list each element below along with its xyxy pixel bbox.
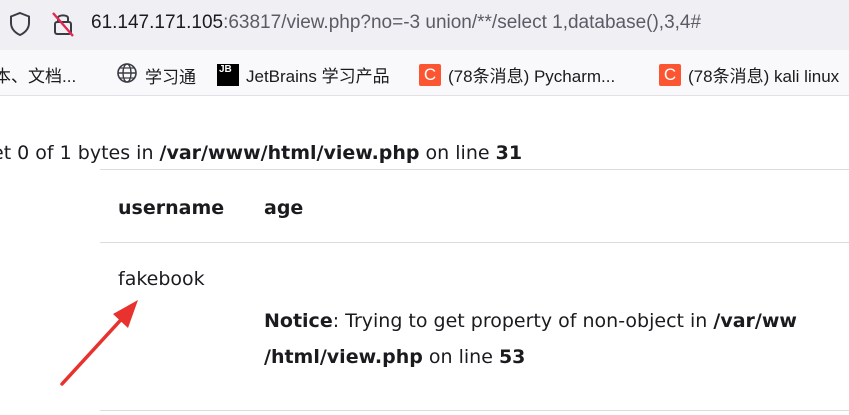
notice-label: Notice [264,310,333,332]
csdn-icon: C [659,63,681,86]
table-header-username: username [118,197,225,219]
table-bottom-border [100,410,849,411]
bookmark-item-jetbrains[interactable]: JB JetBrains 学习产品 [217,62,390,87]
bookmark-label: (78条消息) kali linux [688,67,840,86]
bookmarks-toolbar: 本、文档... 学习通 JB JetBrains 学习产品 C (78条消息) … [0,50,849,96]
bookmark-item-docs[interactable]: 本、文档... [0,62,76,87]
address-bar[interactable]: 61.147.171.105:63817/view.php?no=-3 unio… [0,0,849,50]
notice-text: : Trying to get property of non-object i… [332,310,714,332]
notice-file-part1: /var/ww [713,310,797,332]
url-text[interactable]: 61.147.171.105:63817/view.php?no=-3 unio… [91,12,701,34]
table-row-divider [100,242,849,243]
bookmark-label: 本、文档... [0,67,77,86]
bookmark-label: JetBrains 学习产品 [246,67,390,86]
warning-prefix: et 0 of 1 bytes in [0,142,160,164]
annotation-arrow [60,300,138,386]
table-header-age: age [264,197,304,219]
csdn-icon: C [419,63,441,86]
shield-icon[interactable] [8,11,32,42]
php-warning: et 0 of 1 bytes in /var/www/html/view.ph… [0,142,522,164]
bookmark-item-kali[interactable]: C (78条消息) kali linux [659,62,839,87]
warning-mid: on line [419,142,496,164]
bookmark-item-pycharm[interactable]: C (78条消息) Pycharm... [419,62,615,87]
url-path: :63817/view.php?no=-3 union/**/select 1,… [223,12,702,33]
globe-icon [116,62,138,89]
jetbrains-icon: JB [217,63,239,86]
warning-file: /var/www/html/view.php [159,142,420,164]
notice-line: 53 [498,346,526,368]
notice-file-part2: /html/view.php [264,346,423,368]
warning-line: 31 [495,142,523,164]
cell-username: fakebook [118,268,205,290]
php-notice: Notice: Trying to get property of non-ob… [264,303,797,375]
bookmark-item-xuexitong[interactable]: 学习通 [116,62,196,89]
insecure-lock-icon[interactable] [50,10,76,43]
bookmark-label: (78条消息) Pycharm... [448,67,616,86]
table-top-border [100,169,849,170]
url-host: 61.147.171.105 [91,12,224,33]
notice-mid: on line [422,346,499,368]
bookmark-label: 学习通 [145,68,196,87]
